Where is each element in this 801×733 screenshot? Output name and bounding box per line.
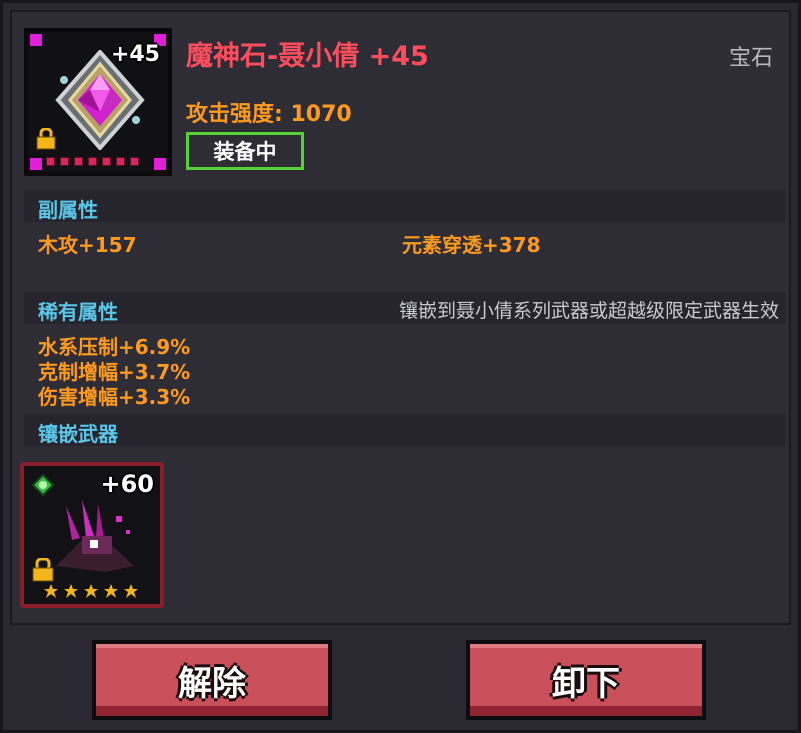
star-icon [84, 584, 98, 598]
secondary-attr: 木攻+157 [38, 233, 137, 257]
purple-claw-weapon-icon [56, 500, 134, 572]
star-pip [88, 157, 97, 166]
card-corner [154, 158, 166, 170]
star-pip [130, 157, 139, 166]
remove-button[interactable]: 解除 [92, 640, 332, 720]
rare-attrs-title: 稀有属性 [38, 300, 118, 324]
star-pip [102, 157, 111, 166]
element-badge-icon [32, 474, 54, 496]
star-pip [74, 157, 83, 166]
star-pip [60, 157, 69, 166]
main-stat: 攻击强度: 1070 [186, 96, 352, 128]
card-corner [30, 158, 42, 170]
inlaid-weapon-card[interactable]: +60 [20, 462, 164, 608]
section-header-band [24, 190, 785, 222]
star-icon [44, 584, 58, 598]
stat-label: 攻击强度: [186, 102, 283, 127]
stat-value: 1070 [290, 102, 352, 127]
star-rating [46, 157, 139, 166]
item-category: 宝石 [728, 46, 773, 71]
equipped-badge: 装备中 [186, 132, 304, 170]
star-rating [44, 584, 138, 598]
star-pip [116, 157, 125, 166]
inlaid-weapon-title: 镶嵌武器 [38, 422, 118, 446]
lock-icon [32, 558, 54, 582]
weapon-level-label: +60 [100, 470, 154, 498]
rare-attr: 伤害增幅+3.3% [38, 385, 191, 409]
gem-item-card[interactable]: +45 [24, 28, 172, 176]
unequip-button[interactable]: 卸下 [466, 640, 706, 720]
section-header-band [24, 414, 785, 446]
star-icon [104, 584, 118, 598]
rare-attrs-note: 镶嵌到聂小倩系列武器或超越级限定武器生效 [398, 300, 779, 322]
lock-icon [36, 128, 56, 150]
star-pip [46, 157, 55, 166]
secondary-attr: 元素穿透+378 [402, 233, 541, 257]
gem-name: 魔神石-聂小倩 +45 [186, 41, 429, 72]
star-icon [124, 584, 138, 598]
secondary-attrs-title: 副属性 [38, 198, 98, 222]
card-corner [30, 34, 42, 46]
star-icon [64, 584, 78, 598]
gem-level-label: +45 [110, 42, 160, 67]
